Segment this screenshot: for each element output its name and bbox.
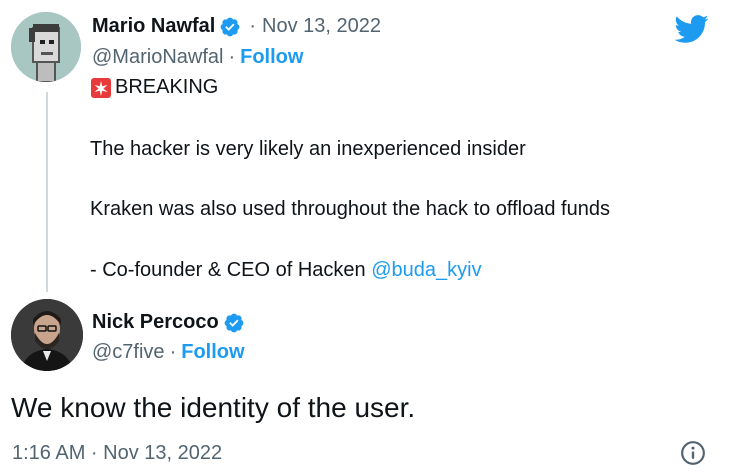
tweet-line-1: The hacker is very likely an inexperienc… — [90, 138, 526, 160]
siren-emoji-icon — [90, 77, 112, 99]
tweet-date[interactable]: Nov 13, 2022 — [262, 15, 381, 38]
pixel-avatar-icon — [11, 12, 81, 82]
info-icon[interactable] — [680, 440, 706, 466]
avatar-mario[interactable] — [11, 12, 81, 82]
tweet-line-3-text: - Co-founder & CEO of Hacken — [90, 259, 372, 281]
mention-link[interactable]: @buda_kyiv — [371, 259, 481, 281]
avatar-nick[interactable] — [11, 299, 83, 371]
tweet-text: We know the identity of the user. — [11, 392, 416, 423]
author-name[interactable]: Nick Percoco — [92, 311, 219, 334]
separator-dot: · — [169, 341, 177, 363]
twitter-bird-icon[interactable] — [673, 14, 709, 46]
author-name[interactable]: Mario Nawfal — [92, 15, 215, 38]
main-handle-row: @c7five · Follow — [92, 341, 245, 364]
follow-button[interactable]: Follow — [181, 341, 244, 364]
author-handle[interactable]: @c7five — [92, 341, 165, 364]
tweet-timestamp[interactable]: 1:16 AM · Nov 13, 2022 — [12, 442, 222, 465]
main-header: Nick Percoco — [92, 311, 245, 334]
tweet-line-2: Kraken was also used throughout the hack… — [90, 198, 610, 220]
breaking-text: BREAKING — [115, 76, 219, 98]
quoted-header: Mario Nawfal · Nov 13, 2022 — [92, 15, 381, 38]
tweet-line-3: - Co-founder & CEO of Hacken @buda_kyiv — [90, 259, 482, 282]
profile-photo-icon — [11, 299, 83, 371]
follow-button[interactable]: Follow — [240, 46, 303, 69]
verified-badge-icon — [219, 16, 241, 38]
author-handle[interactable]: @MarioNawfal — [92, 46, 223, 69]
separator-dot: · — [228, 46, 236, 68]
breaking-line: BREAKING — [90, 76, 218, 99]
separator-dot: · — [249, 15, 257, 37]
thread-connector-line — [46, 92, 48, 292]
verified-badge-icon — [223, 312, 245, 334]
handle-row: @MarioNawfal · Follow — [92, 46, 303, 69]
